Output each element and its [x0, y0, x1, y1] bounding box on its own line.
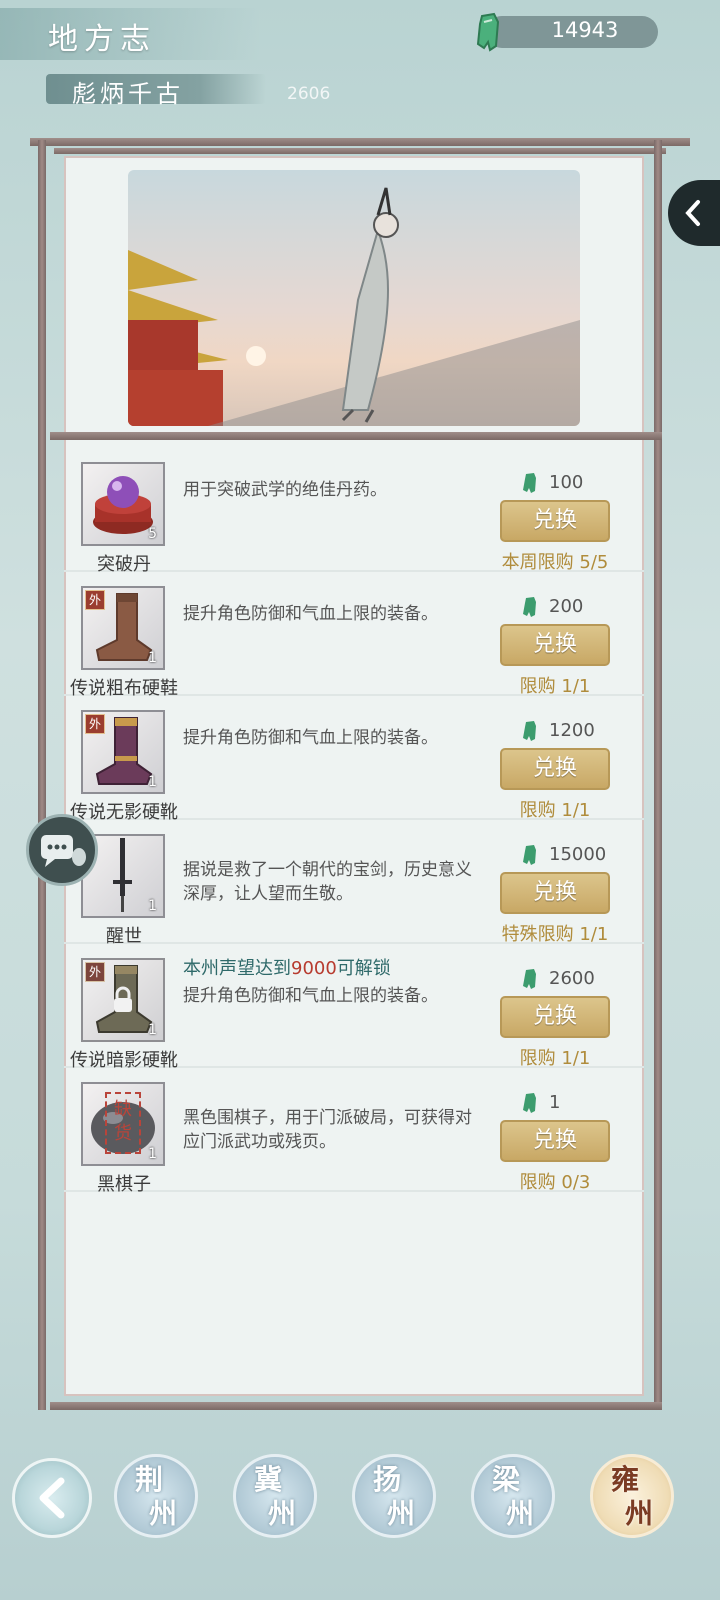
item-price: 2600 [549, 968, 595, 989]
item-qty: 1 [148, 1146, 157, 1162]
scroll-top-rail-2 [54, 148, 666, 154]
item-tag: 外 [85, 714, 105, 734]
item-qty: 1 [148, 1022, 157, 1038]
purchase-limit: 限购 0/3 [519, 1172, 591, 1193]
item-qty: 5 [148, 526, 157, 542]
jade-coin-icon [523, 969, 536, 989]
out-of-stock-stamp: 缺货 [105, 1092, 141, 1154]
jade-coin-icon [523, 473, 536, 493]
chevron-left-icon [685, 200, 700, 226]
item-price: 200 [549, 596, 584, 617]
back-arrow-icon [39, 1477, 65, 1519]
unlock-suffix: 可解锁 [336, 958, 391, 979]
unlock-prefix: 本州声望达到 [183, 958, 291, 979]
jade-coin-icon [523, 597, 536, 617]
item-price: 100 [549, 472, 584, 493]
scroll-left-pole [38, 140, 46, 1410]
item-icon-box[interactable]: 外 1 [81, 586, 165, 670]
list-item: 外 1 传说暗影硬靴 本州声望达到9000可解锁 提升角色防御和气血上限的装备。… [64, 942, 644, 1071]
exchange-button[interactable]: 兑换 [500, 872, 610, 914]
scroll-right-pole [654, 140, 662, 1410]
list-item: 1 醒世 据说是救了一个朝代的宝剑，历史意义深厚，让人望而生敬。 15000 兑… [64, 818, 644, 947]
scroll-bottom-rail [50, 1402, 662, 1410]
jade-coin-icon [523, 721, 536, 741]
page-title: 地方志 [48, 22, 156, 57]
jade-coin-icon [523, 1093, 536, 1113]
item-description: 黑色围棋子，用于门派破局，可获得对应门派武功或残页。 [183, 1108, 472, 1152]
item-price: 1200 [549, 720, 595, 741]
page-subtitle: 彪炳千古 [72, 80, 184, 108]
region-label: 扬州 [372, 1463, 415, 1530]
region-tab-jingzhou[interactable]: 荆州 [114, 1454, 198, 1538]
item-description: 提升角色防御和气血上限的装备。 [183, 986, 438, 1006]
item-qty: 1 [148, 650, 157, 666]
item-tag: 外 [85, 962, 105, 982]
item-qty: 1 [148, 774, 157, 790]
collapse-tab[interactable] [668, 180, 720, 246]
chat-button[interactable] [26, 814, 98, 886]
list-item: 外 1 传说粗布硬鞋 提升角色防御和气血上限的装备。 200 兑换 限购 1/1 [64, 570, 644, 699]
chat-bubble-icon [41, 835, 86, 867]
region-tab-liangzhou[interactable]: 梁州 [471, 1454, 555, 1538]
region-label: 梁州 [491, 1463, 534, 1530]
banner-scene [128, 187, 580, 426]
list-item: 缺货 1 黑棋子 黑色围棋子，用于门派破局，可获得对应门派武功或残页。 1 兑换… [64, 1066, 644, 1195]
jade-coin-icon [523, 845, 536, 865]
list-item: 外 1 传说无影硬靴 提升角色防御和气血上限的装备。 1200 兑换 限购 1/… [64, 694, 644, 823]
exchange-button[interactable]: 兑换 [500, 624, 610, 666]
item-description: 提升角色防御和气血上限的装备。 [183, 728, 438, 748]
region-label: 雍州 [610, 1463, 653, 1530]
item-tag: 外 [85, 590, 105, 610]
scroll-top-rail [30, 138, 690, 146]
item-icon-box[interactable]: 5 [81, 462, 165, 546]
region-tab-yongzhou[interactable]: 雍州 [590, 1454, 674, 1538]
subtitle-count: 2606 [287, 84, 331, 104]
item-icon-box[interactable]: 缺货 1 [81, 1082, 165, 1166]
region-tab-jizhou[interactable]: 冀州 [233, 1454, 317, 1538]
item-price: 15000 [549, 844, 607, 865]
unlock-requirement: 本州声望达到9000可解锁 [183, 954, 391, 980]
exchange-button[interactable]: 兑换 [500, 1120, 610, 1162]
scroll-middle-rail [50, 432, 662, 440]
item-name: 黑棋子 [97, 1174, 151, 1195]
region-label: 荆州 [134, 1463, 177, 1530]
unlock-number: 9000 [291, 958, 337, 979]
banner-illustration [128, 170, 580, 426]
exchange-button[interactable]: 兑换 [500, 748, 610, 790]
item-description: 提升角色防御和气血上限的装备。 [183, 604, 438, 624]
region-label: 冀州 [253, 1463, 296, 1530]
item-qty: 1 [148, 898, 157, 914]
back-button[interactable] [12, 1458, 92, 1538]
item-price: 1 [549, 1092, 561, 1113]
currency-value: 14943 [551, 18, 619, 42]
item-icon-box[interactable]: 外 1 [81, 710, 165, 794]
item-description: 用于突破武学的绝佳丹药。 [183, 480, 387, 500]
list-item: 5 突破丹 用于突破武学的绝佳丹药。 100 兑换 本周限购 5/5 [64, 446, 644, 575]
item-description: 据说是救了一个朝代的宝剑，历史意义深厚，让人望而生敬。 [183, 860, 472, 904]
region-tab-yangzhou[interactable]: 扬州 [352, 1454, 436, 1538]
item-icon-box[interactable]: 外 1 [81, 958, 165, 1042]
exchange-button[interactable]: 兑换 [500, 996, 610, 1038]
lock-icon [114, 986, 132, 1012]
jade-coin-icon [476, 12, 500, 52]
exchange-button[interactable]: 兑换 [500, 500, 610, 542]
